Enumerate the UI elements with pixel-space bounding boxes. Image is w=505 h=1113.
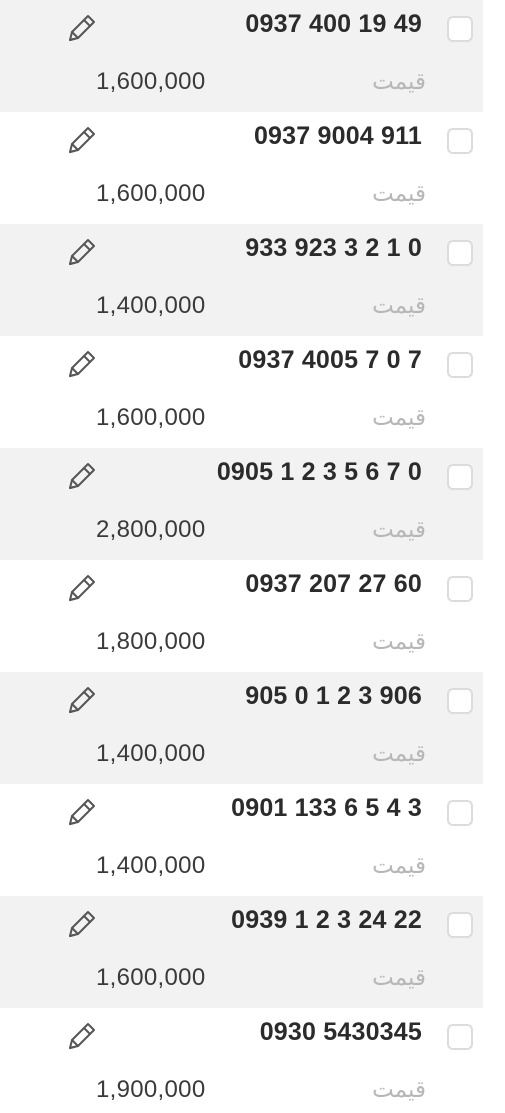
select-checkbox[interactable] <box>447 352 473 378</box>
list-item[interactable]: 0937 400 19 49 1,600,000 قیمت <box>0 0 483 112</box>
scrollbar[interactable] <box>482 0 505 1113</box>
pencil-icon[interactable] <box>64 236 98 270</box>
select-checkbox[interactable] <box>447 240 473 266</box>
price-value: 1,600,000 <box>96 68 206 95</box>
pencil-icon[interactable] <box>64 572 98 606</box>
price-label: قیمت <box>372 852 426 878</box>
phone-number: 0937 400 19 49 <box>245 10 422 38</box>
list-item[interactable]: 0937 207 27 60 1,800,000 قیمت <box>0 560 483 672</box>
pencil-icon[interactable] <box>64 12 98 46</box>
select-checkbox[interactable] <box>447 576 473 602</box>
pencil-icon[interactable] <box>64 796 98 830</box>
list-item[interactable]: 933 923 3 2 1 0 1,400,000 قیمت <box>0 224 483 336</box>
select-checkbox[interactable] <box>447 16 473 42</box>
price-label: قیمت <box>372 68 426 94</box>
phone-number: 0937 9004 911 <box>253 122 422 150</box>
phone-number: 0939 1 2 3 24 22 <box>231 906 422 934</box>
price-label: قیمت <box>372 404 426 430</box>
price-value: 1,600,000 <box>96 964 206 991</box>
phone-number: 933 923 3 2 1 0 <box>245 234 422 262</box>
price-label: قیمت <box>372 740 426 766</box>
list-item[interactable]: 905 0 1 2 3 906 1,400,000 قیمت <box>0 672 483 784</box>
list-item[interactable]: 0939 1 2 3 24 22 1,600,000 قیمت <box>0 896 483 1008</box>
list-item[interactable]: 0937 4005 7 0 7 1,600,000 قیمت <box>0 336 483 448</box>
price-value: 1,600,000 <box>96 404 206 431</box>
price-value: 1,400,000 <box>96 740 206 767</box>
list-item[interactable]: 0901 133 6 5 4 3 1,400,000 قیمت <box>0 784 483 896</box>
phone-number: 0937 207 27 60 <box>245 570 422 598</box>
select-checkbox[interactable] <box>447 128 473 154</box>
phone-number: 0930 5430345 <box>259 1018 422 1046</box>
list-item[interactable]: 0930 5430345 1,900,000 قیمت <box>0 1008 483 1113</box>
pencil-icon[interactable] <box>64 684 98 718</box>
price-value: 1,400,000 <box>96 852 206 879</box>
phone-number: 0905 1 2 3 5 6 7 0 <box>216 458 422 486</box>
price-value: 1,800,000 <box>96 628 206 655</box>
select-checkbox[interactable] <box>447 1024 473 1050</box>
list-item[interactable]: 0937 9004 911 1,600,000 قیمت <box>0 112 483 224</box>
pencil-icon[interactable] <box>64 460 98 494</box>
select-checkbox[interactable] <box>447 912 473 938</box>
select-checkbox[interactable] <box>447 688 473 714</box>
select-checkbox[interactable] <box>447 800 473 826</box>
price-value: 1,600,000 <box>96 180 206 207</box>
price-value: 1,400,000 <box>96 292 206 319</box>
price-label: قیمت <box>372 180 426 206</box>
phone-number: 905 0 1 2 3 906 <box>245 682 422 710</box>
pencil-icon[interactable] <box>64 348 98 382</box>
price-value: 1,900,000 <box>96 1076 206 1103</box>
pencil-icon[interactable] <box>64 1020 98 1054</box>
price-label: قیمت <box>372 628 426 654</box>
price-label: قیمت <box>372 292 426 318</box>
pencil-icon[interactable] <box>64 124 98 158</box>
phone-number: 0937 4005 7 0 7 <box>238 346 422 374</box>
price-label: قیمت <box>372 964 426 990</box>
phone-number: 0901 133 6 5 4 3 <box>231 794 422 822</box>
price-label: قیمت <box>372 1076 426 1102</box>
list-item[interactable]: 0905 1 2 3 5 6 7 0 2,800,000 قیمت <box>0 448 483 560</box>
pencil-icon[interactable] <box>64 908 98 942</box>
price-label: قیمت <box>372 516 426 542</box>
select-checkbox[interactable] <box>447 464 473 490</box>
number-list: 0937 400 19 49 1,600,000 قیمت 0937 9004 … <box>0 0 505 1113</box>
price-value: 2,800,000 <box>96 516 206 543</box>
